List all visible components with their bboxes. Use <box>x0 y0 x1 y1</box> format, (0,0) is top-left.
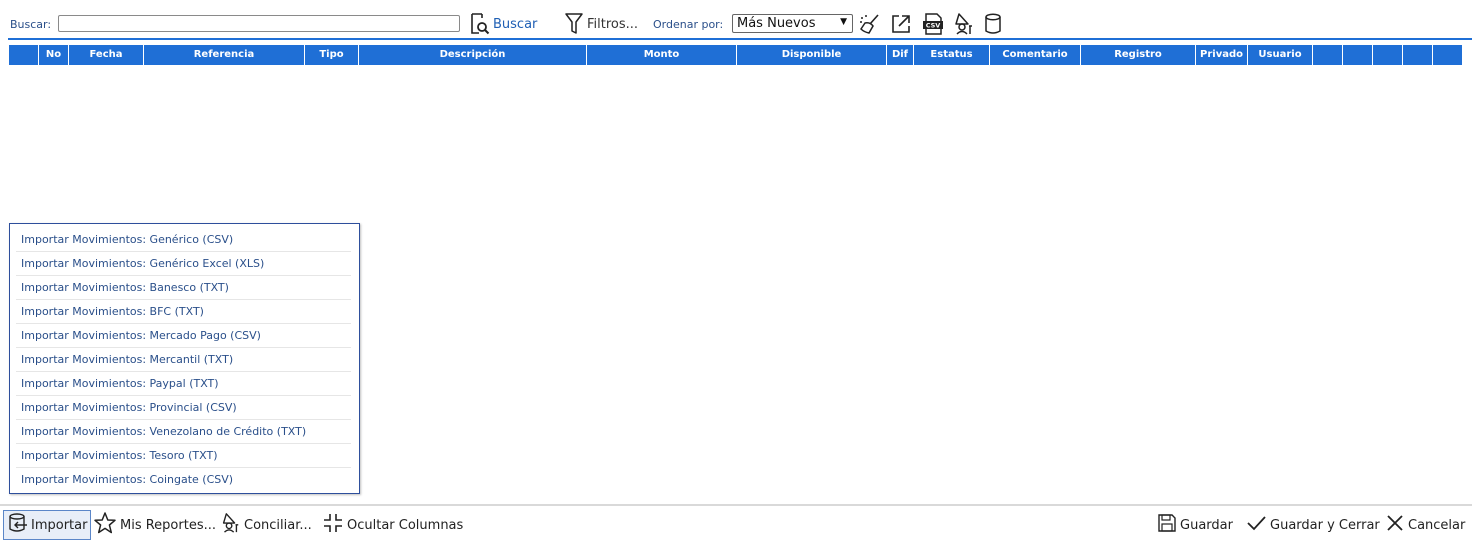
search-button-label: Buscar <box>493 16 538 32</box>
clear-sort-icon[interactable] <box>858 12 882 36</box>
column-header-comentario[interactable]: Comentario <box>990 45 1081 65</box>
save-and-close-button[interactable]: Guardar y Cerrar <box>1245 510 1380 540</box>
hide-columns-button-label: Ocultar Columnas <box>347 517 464 533</box>
database-import-icon <box>6 512 28 538</box>
column-header-dif[interactable]: Dif <box>887 45 914 65</box>
import-button[interactable]: Importar <box>3 510 92 540</box>
sort-selected-value: Más Nuevos <box>737 16 816 31</box>
column-header-extra-5[interactable] <box>1433 45 1462 65</box>
menu-item-import-tesoro[interactable]: Importar Movimientos: Tesoro (TXT) <box>16 444 351 468</box>
column-header-select[interactable] <box>9 45 39 65</box>
column-header-extra-4[interactable] <box>1403 45 1433 65</box>
table-header: No Fecha Referencia Tipo Descripción Mon… <box>9 45 1462 65</box>
menu-item-import-generic-xls[interactable]: Importar Movimientos: Genérico Excel (XL… <box>16 252 351 276</box>
menu-item-import-mercantil[interactable]: Importar Movimientos: Mercantil (TXT) <box>16 348 351 372</box>
wizard-icon[interactable] <box>951 12 975 36</box>
menu-item-import-venezolano[interactable]: Importar Movimientos: Venezolano de Créd… <box>16 420 351 444</box>
column-header-tipo[interactable]: Tipo <box>305 45 359 65</box>
import-button-label: Importar <box>31 517 88 533</box>
search-doc-icon <box>470 13 490 35</box>
menu-item-import-generic-csv[interactable]: Importar Movimientos: Genérico (CSV) <box>16 228 351 252</box>
floppy-disk-icon <box>1157 513 1177 537</box>
collapse-columns-icon <box>322 512 344 538</box>
database-icon[interactable] <box>981 12 1005 36</box>
export-icon[interactable] <box>889 12 913 36</box>
save-button[interactable]: Guardar <box>1157 510 1233 540</box>
bank-movements-window: Buscar: Buscar Filtros... Ordenar por: M… <box>0 0 1472 546</box>
menu-item-import-mercado-pago[interactable]: Importar Movimientos: Mercado Pago (CSV) <box>16 324 351 348</box>
search-input[interactable] <box>58 15 460 32</box>
import-menu: Importar Movimientos: Genérico (CSV) Imp… <box>9 223 360 494</box>
csv-icon-text: CSV <box>926 22 941 30</box>
bottom-divider <box>0 504 1472 506</box>
column-header-no[interactable]: No <box>39 45 69 65</box>
column-header-privado[interactable]: Privado <box>1196 45 1248 65</box>
toolbar: Buscar: Buscar Filtros... Ordenar por: M… <box>0 10 1472 38</box>
filters-button[interactable]: Filtros... <box>564 11 638 37</box>
hide-columns-button[interactable]: Ocultar Columnas <box>322 510 463 540</box>
menu-item-import-provincial[interactable]: Importar Movimientos: Provincial (CSV) <box>16 396 351 420</box>
column-header-descripcion[interactable]: Descripción <box>359 45 587 65</box>
menu-item-import-coingate[interactable]: Importar Movimientos: Coingate (CSV) <box>16 468 351 491</box>
my-reports-button[interactable]: Mis Reportes... <box>93 510 216 540</box>
cancel-button[interactable]: Cancelar <box>1385 510 1465 540</box>
sort-label: Ordenar por: <box>653 18 724 31</box>
column-header-referencia[interactable]: Referencia <box>144 45 305 65</box>
menu-item-import-banesco[interactable]: Importar Movimientos: Banesco (TXT) <box>16 276 351 300</box>
column-header-usuario[interactable]: Usuario <box>1248 45 1313 65</box>
my-reports-button-label: Mis Reportes... <box>120 517 216 533</box>
checkmark-icon <box>1245 512 1267 538</box>
column-header-extra-3[interactable] <box>1373 45 1403 65</box>
reconcile-button-label: Conciliar... <box>244 517 312 533</box>
filter-icon <box>564 12 584 36</box>
column-header-fecha[interactable]: Fecha <box>69 45 144 65</box>
table-top-rule <box>8 38 1472 40</box>
star-icon <box>93 511 117 539</box>
menu-item-import-bfc[interactable]: Importar Movimientos: BFC (TXT) <box>16 300 351 324</box>
column-header-estatus[interactable]: Estatus <box>914 45 990 65</box>
menu-item-import-paypal[interactable]: Importar Movimientos: Paypal (TXT) <box>16 372 351 396</box>
reconcile-button[interactable]: Conciliar... <box>219 510 312 540</box>
cancel-button-label: Cancelar <box>1408 517 1466 533</box>
save-button-label: Guardar <box>1180 517 1233 533</box>
column-header-disponible[interactable]: Disponible <box>737 45 887 65</box>
filters-button-label: Filtros... <box>587 16 639 32</box>
bottom-bar: Importar Mis Reportes... Conciliar... Oc… <box>0 508 1472 544</box>
csv-icon[interactable]: CSV <box>921 12 945 36</box>
wizard-icon <box>219 512 241 538</box>
search-label: Buscar: <box>10 18 52 31</box>
column-header-extra-2[interactable] <box>1343 45 1373 65</box>
close-icon <box>1385 513 1405 537</box>
search-button[interactable]: Buscar <box>470 11 537 37</box>
column-header-monto[interactable]: Monto <box>587 45 737 65</box>
sort-select[interactable]: Más Nuevos ▼ <box>732 14 853 33</box>
column-header-extra-1[interactable] <box>1313 45 1343 65</box>
column-header-registro[interactable]: Registro <box>1081 45 1196 65</box>
save-and-close-button-label: Guardar y Cerrar <box>1270 517 1380 533</box>
dropdown-arrow-icon: ▼ <box>840 17 847 27</box>
